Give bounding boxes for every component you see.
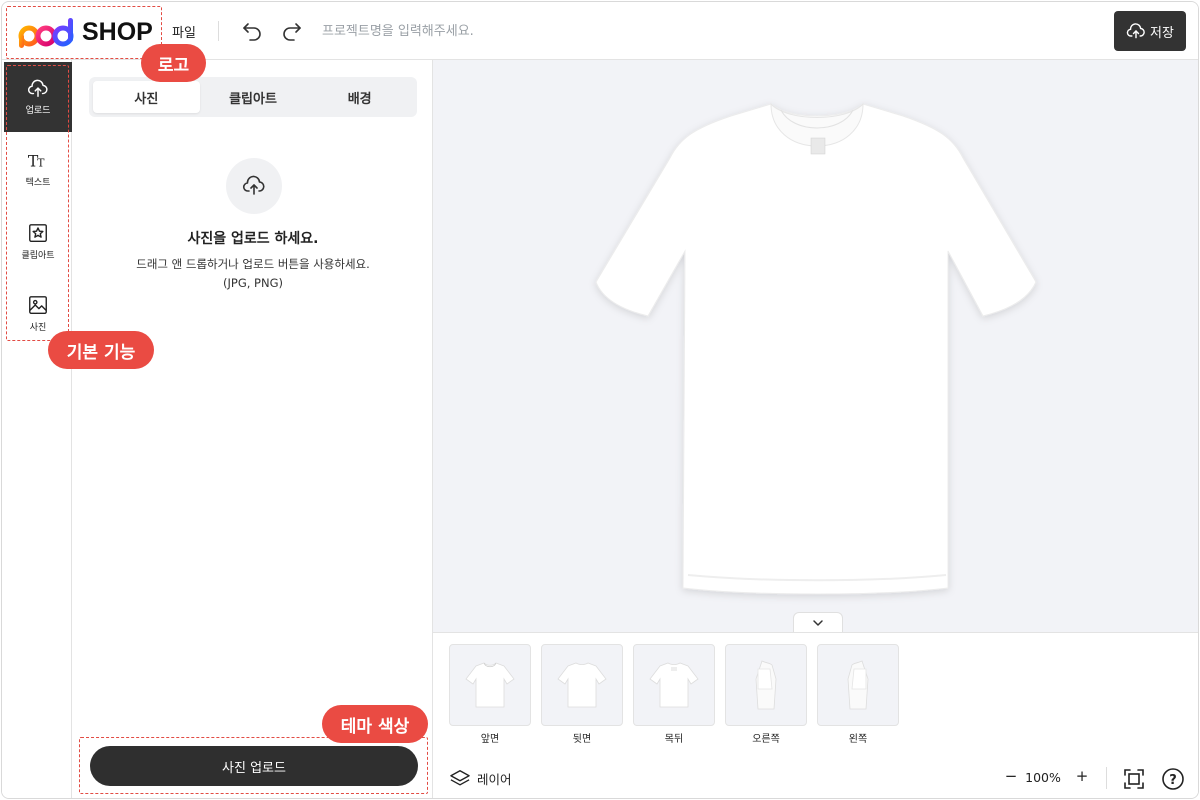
callout-basic-features: 기본 기능 [48,331,154,369]
layer-button[interactable]: 레이어 [449,768,512,788]
logo[interactable]: SHOP [18,12,153,52]
project-name-input[interactable] [322,19,622,43]
logo-text: SHOP [82,17,153,46]
zoom-out-button[interactable]: − [1002,767,1020,785]
rail-item-text[interactable]: T T 텍스트 [4,134,72,204]
app-window: SHOP 파일 저장 [1,1,1199,799]
view-selector-bar: 앞면 뒷면 목뒤 오른쪽 왼쪽 레이어 − 100% + ? [433,632,1198,798]
tshirt-front-image [595,102,1037,595]
tshirt-front-thumb-icon [465,662,515,708]
header-divider [218,21,219,41]
file-menu[interactable]: 파일 [172,22,196,41]
view-thumb-left[interactable] [817,644,899,726]
collapse-views-button[interactable] [793,612,843,632]
rail-item-upload[interactable]: 업로드 [4,62,72,132]
upload-cloud-icon [242,175,265,195]
view-label-back: 뒷면 [572,734,592,745]
redo-icon [283,23,301,41]
zoom-level: 100% [1025,770,1061,785]
tab-clipart[interactable]: 클립아트 [200,81,307,113]
tshirt-left-thumb-icon [847,660,869,710]
panel-tabs: 사진 클립아트 배경 [89,77,417,117]
image-icon [29,295,47,314]
view-label-left: 왼쪽 [848,734,868,745]
zoom-in-button[interactable]: + [1073,767,1091,785]
rail-label-photo: 사진 [29,322,47,333]
upload-title: 사진을 업로드 하세요. [187,231,319,247]
redo-button[interactable] [280,19,304,43]
rail-label-upload: 업로드 [25,105,51,116]
chevron-down-icon [813,619,823,626]
svg-text:T: T [37,156,45,169]
tshirt-neck-thumb-icon [649,662,699,708]
cloud-upload-icon [1126,23,1145,39]
view-label-right: 오른쪽 [752,734,780,745]
callout-logo: 로고 [141,44,206,82]
callout-theme-color: 테마 색상 [322,705,428,743]
rail-label-clipart: 클립아트 [21,250,55,261]
tab-photo[interactable]: 사진 [93,81,200,113]
upload-cloud-icon [27,79,48,97]
view-thumb-front[interactable] [449,644,531,726]
view-thumb-back[interactable] [541,644,623,726]
layers-icon [450,770,470,786]
rail-item-clipart[interactable]: 클립아트 [4,206,72,276]
upload-desc-line: 드래그 앤 드롭하거나 업로드 버튼을 사용하세요. [136,257,370,271]
undo-button[interactable] [240,19,264,43]
tshirt-back-thumb-icon [557,662,607,708]
save-label: 저장 [1150,25,1174,41]
photo-upload-button[interactable]: 사진 업로드 [90,746,418,786]
toolbar-divider [1106,767,1107,789]
fit-to-screen-button[interactable] [1122,767,1146,791]
upload-formats: (JPG, PNG) [223,276,283,290]
upload-panel: 사진 클립아트 배경 사진을 업로드 하세요. 드래그 앤 드롭하거나 업로드 … [73,60,433,798]
tshirt-right-thumb-icon [755,660,777,710]
upload-drop-icon-wrap[interactable] [226,158,282,214]
text-icon: T T [28,152,45,170]
tool-rail: 업로드 T T 텍스트 클립아트 사진 [2,60,72,798]
clipart-star-icon [29,223,47,242]
rail-label-text: 텍스트 [25,177,51,188]
view-label-front: 앞면 [480,734,500,745]
view-thumb-neck-back[interactable] [633,644,715,726]
upload-description: 드래그 앤 드롭하거나 업로드 버튼을 사용하세요. (JPG, PNG) [73,255,433,293]
save-button[interactable]: 저장 [1114,11,1186,51]
undo-icon [243,23,261,41]
pod-logo-mark-icon [18,18,74,48]
help-icon: ? [1162,768,1184,790]
tab-background[interactable]: 배경 [306,81,413,113]
design-canvas[interactable] [433,60,1198,632]
view-thumb-right[interactable] [725,644,807,726]
help-glyph: ? [1169,773,1177,788]
view-label-neck-back: 목뒤 [664,734,684,745]
layer-label: 레이어 [477,771,512,787]
fit-screen-icon [1124,769,1144,789]
help-button[interactable]: ? [1161,767,1185,791]
